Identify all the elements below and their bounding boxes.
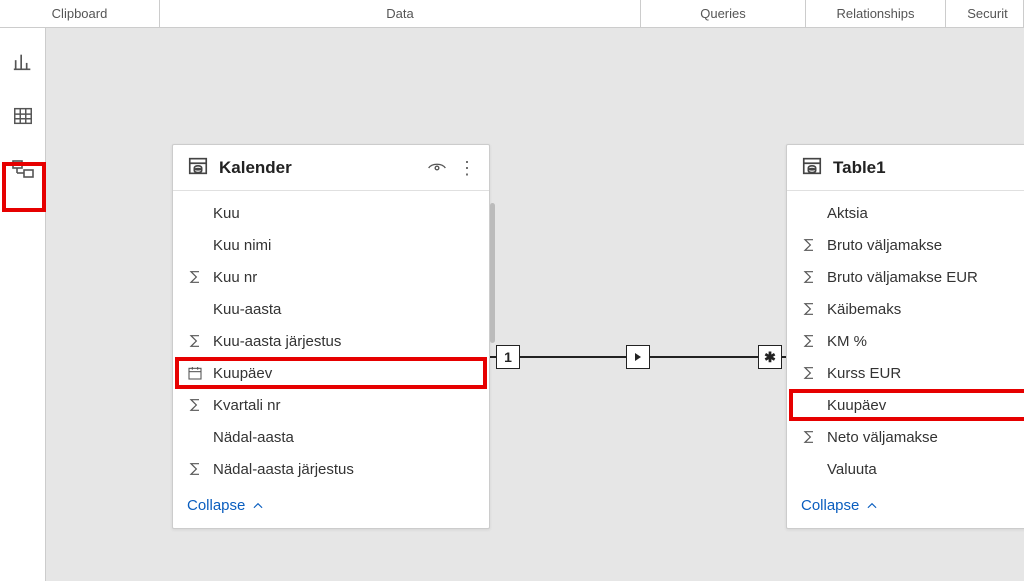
field-row[interactable]: Kuu nimi	[173, 229, 489, 261]
table-card-table1[interactable]: Table1 Aktsia Bruto väljamakse Bruto välja…	[786, 144, 1024, 529]
sigma-icon	[801, 301, 827, 317]
collapse-button[interactable]: Collapse	[187, 497, 265, 514]
table-card-header: Kalender ⋮	[173, 145, 489, 191]
sigma-icon	[801, 269, 827, 285]
sigma-icon	[187, 461, 213, 477]
report-view-icon[interactable]	[7, 46, 39, 78]
more-options-icon[interactable]: ⋮	[457, 158, 477, 178]
ribbon-group-queries[interactable]: Queries	[641, 0, 806, 27]
field-label: Bruto väljamakse EUR	[827, 269, 978, 286]
model-canvas[interactable]: 1 ✱ Kalender ⋮ Kuu Kuu nimi Kuu nr Kuu-aast…	[46, 28, 1024, 581]
relationship-cardinality-right: ✱	[758, 345, 782, 369]
field-label: Nädal-aasta järjestus	[213, 461, 354, 478]
field-label: Kurss EUR	[827, 365, 901, 382]
field-row[interactable]: Valuuta	[787, 453, 1024, 485]
ribbon-group-row: Clipboard Data Queries Relationships Sec…	[0, 0, 1024, 28]
field-label: Kuu nr	[213, 269, 257, 286]
table-icon	[187, 155, 209, 180]
field-row[interactable]: Kuu-aasta	[173, 293, 489, 325]
ribbon-group-clipboard[interactable]: Clipboard	[0, 0, 160, 27]
field-row[interactable]: Käibemaks	[787, 293, 1024, 325]
field-row[interactable]: Kvartali nr	[173, 389, 489, 421]
field-list: Aktsia Bruto väljamakse Bruto väljamakse E…	[787, 191, 1024, 487]
field-label: Valuuta	[827, 461, 877, 478]
field-row[interactable]: Nädal-aasta järjestus	[173, 453, 489, 485]
field-label: Käibemaks	[827, 301, 901, 318]
field-label: Kuupäev	[827, 397, 886, 414]
date-icon	[187, 365, 213, 381]
sigma-icon	[801, 237, 827, 253]
field-label: Aktsia	[827, 205, 868, 222]
field-label: Kuupäev	[213, 365, 272, 382]
ribbon-group-data[interactable]: Data	[160, 0, 641, 27]
field-list: Kuu Kuu nimi Kuu nr Kuu-aasta Kuu-aasta järj…	[173, 191, 489, 487]
scrollbar-thumb[interactable]	[490, 203, 495, 343]
field-label: Nädal-aasta	[213, 429, 294, 446]
data-view-icon[interactable]	[7, 100, 39, 132]
field-row[interactable]: Bruto väljamakse EUR	[787, 261, 1024, 293]
field-row[interactable]: Kuu	[173, 197, 489, 229]
model-view-icon[interactable]	[7, 154, 39, 186]
view-rail	[0, 28, 46, 581]
field-label: Kuu	[213, 205, 240, 222]
relationship-cardinality-left: 1	[496, 345, 520, 369]
collapse-label: Collapse	[801, 497, 859, 514]
field-row[interactable]: Kuupäev	[787, 389, 1024, 421]
field-row[interactable]: Nädal-aasta	[173, 421, 489, 453]
visibility-icon[interactable]	[427, 158, 447, 178]
sigma-icon	[187, 333, 213, 349]
sigma-icon	[801, 429, 827, 445]
field-row[interactable]: KM %	[787, 325, 1024, 357]
table-title: Kalender	[219, 158, 417, 178]
field-label: Kuu nimi	[213, 237, 271, 254]
field-label: Neto väljamakse	[827, 429, 938, 446]
sigma-icon	[187, 397, 213, 413]
sigma-icon	[187, 269, 213, 285]
table-card-header: Table1	[787, 145, 1024, 191]
field-row[interactable]: Neto väljamakse	[787, 421, 1024, 453]
collapse-label: Collapse	[187, 497, 245, 514]
field-row[interactable]: Kurss EUR	[787, 357, 1024, 389]
field-label: Kuu-aasta järjestus	[213, 333, 341, 350]
field-label: Kvartali nr	[213, 397, 281, 414]
collapse-button[interactable]: Collapse	[801, 497, 879, 514]
relationship-direction-icon[interactable]	[626, 345, 650, 369]
sigma-icon	[801, 333, 827, 349]
sigma-icon	[801, 365, 827, 381]
table-card-kalender[interactable]: Kalender ⋮ KuuKuu nimiKuu nrKuu-aastaKuu…	[172, 144, 490, 529]
field-row[interactable]: Kuu nr	[173, 261, 489, 293]
table-icon	[801, 155, 823, 180]
ribbon-group-relationships[interactable]: Relationships	[806, 0, 946, 27]
field-row[interactable]: Aktsia	[787, 197, 1024, 229]
field-row[interactable]: Kuu-aasta järjestus	[173, 325, 489, 357]
ribbon-group-security[interactable]: Securit	[946, 0, 1024, 27]
field-label: KM %	[827, 333, 867, 350]
table-title: Table1	[833, 158, 1023, 178]
field-label: Kuu-aasta	[213, 301, 281, 318]
field-row[interactable]: Kuupäev	[173, 357, 489, 389]
field-row[interactable]: Bruto väljamakse	[787, 229, 1024, 261]
field-label: Bruto väljamakse	[827, 237, 942, 254]
